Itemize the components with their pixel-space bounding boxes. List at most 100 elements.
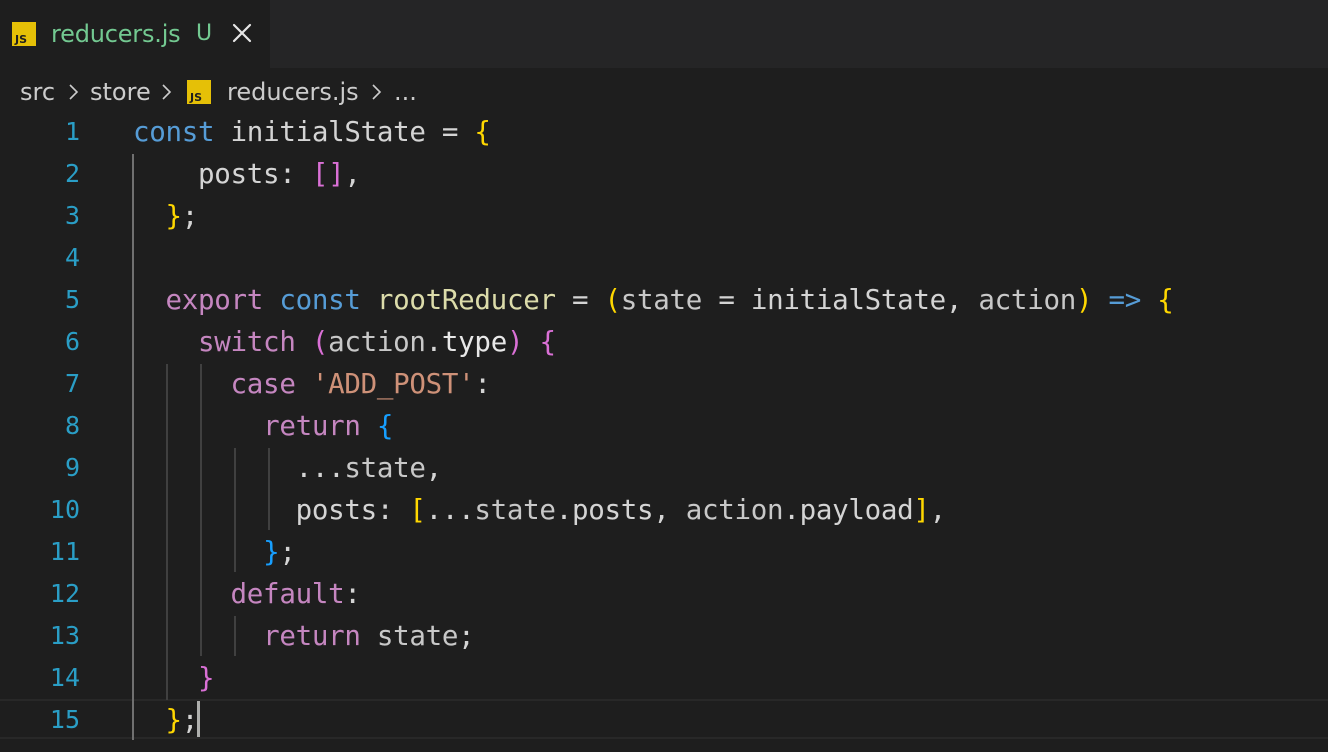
- line-number: 13: [49, 621, 80, 650]
- code-token: }: [165, 704, 183, 736]
- code-line: };: [133, 531, 296, 573]
- tab-bar: JS reducers.js U: [0, 0, 1328, 68]
- code-token: const: [133, 116, 215, 148]
- code-token: state: [620, 284, 703, 316]
- js-file-icon: JS: [12, 22, 36, 46]
- line-number: 10: [49, 495, 80, 524]
- code-token: posts:: [133, 494, 410, 526]
- code-token: ;: [181, 704, 199, 736]
- tab-title: reducers.js: [51, 20, 181, 48]
- code-token: = initialState,: [702, 284, 979, 316]
- code-token: switch: [198, 326, 296, 358]
- code-line: export const rootReducer = (state = init…: [133, 279, 1174, 321]
- breadcrumb-item-symbols[interactable]: ...: [394, 75, 417, 109]
- line-number: 6: [64, 327, 80, 356]
- line-number: 4: [64, 243, 80, 272]
- code-token: ;: [181, 200, 199, 232]
- line-number: 3: [64, 201, 80, 230]
- code-line: switch (action.type) {: [133, 321, 556, 363]
- code-line: posts: [...state.posts, action.payload],: [133, 489, 947, 531]
- line-number: 7: [64, 369, 80, 398]
- code-token: ): [1075, 284, 1093, 316]
- code-token: ): [506, 326, 524, 358]
- text-cursor: [197, 701, 200, 737]
- code-line: return {: [133, 405, 393, 447]
- code-token: state: [474, 494, 556, 526]
- code-token: }: [165, 200, 183, 232]
- code-token: {: [474, 116, 491, 148]
- js-file-icon: JS: [187, 80, 211, 104]
- code-token: {: [1157, 284, 1174, 316]
- code-token: return: [263, 410, 361, 442]
- close-icon[interactable]: [230, 21, 254, 45]
- breadcrumb-item-store[interactable]: store: [90, 75, 151, 109]
- line-number: 2: [64, 159, 80, 188]
- untracked-status-badge: U: [196, 21, 213, 46]
- code-token: {: [376, 410, 394, 442]
- code-line: return state;: [133, 615, 475, 657]
- line-number: 12: [49, 579, 80, 608]
- line-number: 15: [49, 705, 80, 734]
- code-token: ;: [279, 536, 296, 568]
- code-line: posts: [],: [133, 153, 361, 195]
- code-token: type: [441, 326, 507, 358]
- code-token: ,: [344, 158, 361, 190]
- code-token: :: [344, 578, 361, 610]
- breadcrumb: src store JS reducers.js ...: [0, 68, 1328, 114]
- code-token: initialState =: [214, 116, 475, 148]
- code-token: ,: [425, 452, 443, 484]
- chevron-right-icon: [370, 80, 384, 104]
- code-line: }: [133, 657, 215, 699]
- code-token: rootReducer: [376, 284, 556, 316]
- line-number: 9: [64, 453, 80, 482]
- code-line: default:: [133, 573, 361, 615]
- code-token: []: [311, 158, 345, 190]
- code-token: posts:: [133, 158, 312, 190]
- code-line: ...state,: [133, 447, 443, 489]
- code-token: return: [263, 620, 361, 652]
- code-token: }: [198, 662, 215, 694]
- line-number: 8: [64, 411, 80, 440]
- code-token: state: [344, 452, 426, 484]
- chevron-right-icon: [67, 80, 81, 104]
- code-token: (: [604, 284, 622, 316]
- code-token: case: [230, 368, 296, 400]
- code-token: ...: [425, 494, 475, 526]
- line-number: 14: [49, 663, 80, 692]
- code-line: };: [133, 195, 199, 237]
- code-editor[interactable]: 1 2 3 4 5 6 7 8 9 10 11 12 13 14 15 const initialState…: [0, 114, 1328, 752]
- line-number: 1: [64, 117, 80, 146]
- code-token: [: [409, 494, 426, 526]
- chevron-right-icon: [160, 80, 174, 104]
- code-line: };: [133, 699, 199, 741]
- code-token: (: [311, 326, 329, 358]
- code-token: ;: [458, 620, 475, 652]
- code-token: ,: [929, 494, 947, 526]
- tab-reducers-js[interactable]: JS reducers.js U: [0, 0, 270, 68]
- breadcrumb-item-file[interactable]: reducers.js: [227, 75, 359, 109]
- line-number: 5: [64, 285, 80, 314]
- code-line: case 'ADD_POST':: [133, 363, 491, 405]
- code-token: 'ADD_POST': [311, 368, 475, 400]
- code-token: action: [685, 494, 784, 526]
- breadcrumb-item-src[interactable]: src: [20, 75, 55, 109]
- code-token: export: [165, 284, 264, 316]
- code-token: default: [230, 578, 345, 610]
- code-token: }: [263, 536, 280, 568]
- code-token: .payload: [783, 494, 914, 526]
